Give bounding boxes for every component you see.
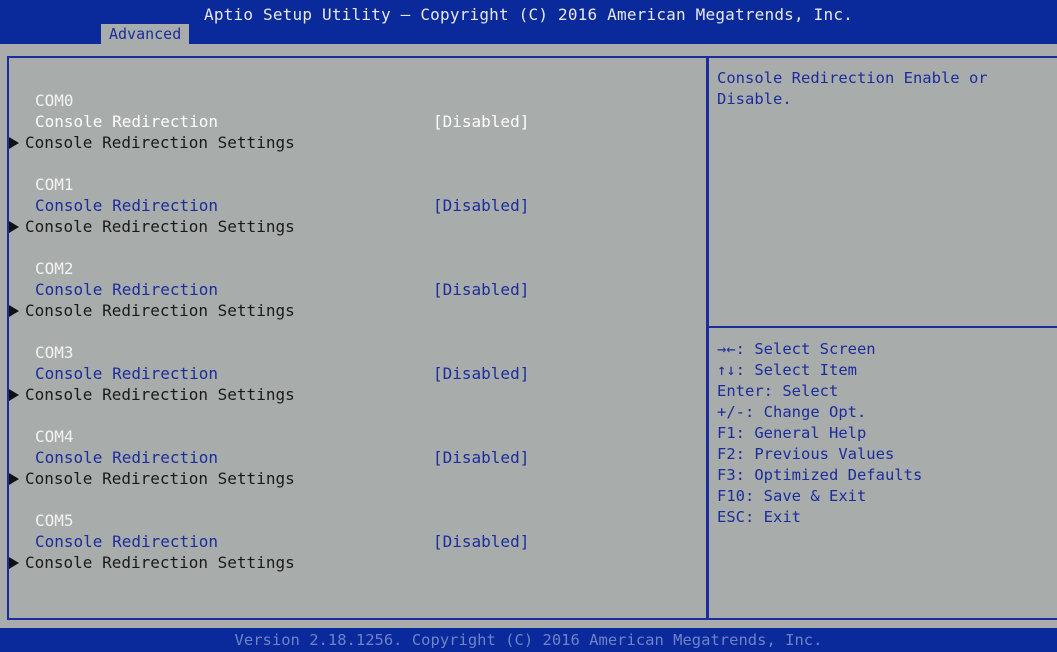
submenu-label: Console Redirection Settings <box>25 217 295 236</box>
help-description: Console Redirection Enable or Disable. <box>717 69 988 108</box>
submenu-arrow-icon <box>9 221 19 233</box>
key-hint-previous-values: F2: Previous Values <box>717 445 895 463</box>
settings-panel: COM0 Console Redirection [Disabled] Cons… <box>7 56 708 620</box>
port-header: COM5 <box>35 511 74 530</box>
submenu-label: Console Redirection Settings <box>25 133 295 152</box>
key-hint-select-screen: →←: Select Screen <box>717 340 876 358</box>
option-value[interactable]: [Disabled] <box>433 111 529 132</box>
port-header: COM2 <box>35 259 74 278</box>
console-redirection-option[interactable]: Console Redirection [Disabled] <box>9 195 689 216</box>
console-redirection-settings-submenu[interactable]: Console Redirection Settings <box>9 552 689 573</box>
option-value[interactable]: [Disabled] <box>433 447 529 468</box>
app-title: Aptio Setup Utility – Copyright (C) 2016… <box>204 5 853 24</box>
help-panel: Console Redirection Enable or Disable. →… <box>707 56 1057 620</box>
console-redirection-option[interactable]: Console Redirection [Disabled] <box>9 363 689 384</box>
option-label: Console Redirection <box>35 364 219 383</box>
submenu-arrow-icon <box>9 389 19 401</box>
submenu-label: Console Redirection Settings <box>25 469 295 488</box>
console-redirection-settings-submenu[interactable]: Console Redirection Settings <box>9 384 689 405</box>
option-value[interactable]: [Disabled] <box>433 363 529 384</box>
console-redirection-settings-submenu[interactable]: Console Redirection Settings <box>9 300 689 321</box>
version-footer: Version 2.18.1256. Copyright (C) 2016 Am… <box>0 628 1057 652</box>
submenu-arrow-icon <box>9 557 19 569</box>
submenu-label: Console Redirection Settings <box>25 385 295 404</box>
console-redirection-option[interactable]: Console Redirection [Disabled] <box>9 531 689 552</box>
com5-group: COM5 Console Redirection [Disabled] Cons… <box>9 510 689 573</box>
submenu-arrow-icon <box>9 473 19 485</box>
port-header: COM0 <box>35 91 74 110</box>
port-header: COM4 <box>35 427 74 446</box>
console-redirection-settings-submenu[interactable]: Console Redirection Settings <box>9 216 689 237</box>
console-redirection-settings-submenu[interactable]: Console Redirection Settings <box>9 132 689 153</box>
key-hint-optimized-defaults: F3: Optimized Defaults <box>717 466 923 484</box>
help-divider <box>709 326 1057 328</box>
key-legend: →←: Select Screen ↑↓: Select Item Enter:… <box>717 339 922 528</box>
key-hint-exit: ESC: Exit <box>717 508 801 526</box>
submenu-label: Console Redirection Settings <box>25 301 295 320</box>
option-label: Console Redirection <box>35 112 219 131</box>
option-label: Console Redirection <box>35 280 219 299</box>
option-label: Console Redirection <box>35 532 219 551</box>
submenu-arrow-icon <box>9 137 19 149</box>
port-header: COM3 <box>35 343 74 362</box>
console-redirection-settings-submenu[interactable]: Console Redirection Settings <box>9 468 689 489</box>
title-bar: Aptio Setup Utility – Copyright (C) 2016… <box>0 0 1057 44</box>
port-header: COM1 <box>35 175 74 194</box>
submenu-arrow-icon <box>9 305 19 317</box>
option-value[interactable]: [Disabled] <box>433 279 529 300</box>
com1-group: COM1 Console Redirection [Disabled] Cons… <box>9 174 689 237</box>
key-hint-select-item: ↑↓: Select Item <box>717 361 857 379</box>
option-value[interactable]: [Disabled] <box>433 195 529 216</box>
option-label: Console Redirection <box>35 196 219 215</box>
console-redirection-option[interactable]: Console Redirection [Disabled] <box>9 279 689 300</box>
option-value[interactable]: [Disabled] <box>433 531 529 552</box>
key-hint-enter: Enter: Select <box>717 382 839 400</box>
com0-group: COM0 Console Redirection [Disabled] Cons… <box>9 90 689 153</box>
com3-group: COM3 Console Redirection [Disabled] Cons… <box>9 342 689 405</box>
key-hint-save-exit: F10: Save & Exit <box>717 487 867 505</box>
console-redirection-option[interactable]: Console Redirection [Disabled] <box>9 447 689 468</box>
tab-advanced[interactable]: Advanced <box>101 24 190 44</box>
com4-group: COM4 Console Redirection [Disabled] Cons… <box>9 426 689 489</box>
console-redirection-option[interactable]: Console Redirection [Disabled] <box>9 111 689 132</box>
key-hint-change-opt: +/-: Change Opt. <box>717 403 867 421</box>
submenu-label: Console Redirection Settings <box>25 553 295 572</box>
key-hint-general-help: F1: General Help <box>717 424 867 442</box>
com2-group: COM2 Console Redirection [Disabled] Cons… <box>9 258 689 321</box>
option-label: Console Redirection <box>35 448 219 467</box>
